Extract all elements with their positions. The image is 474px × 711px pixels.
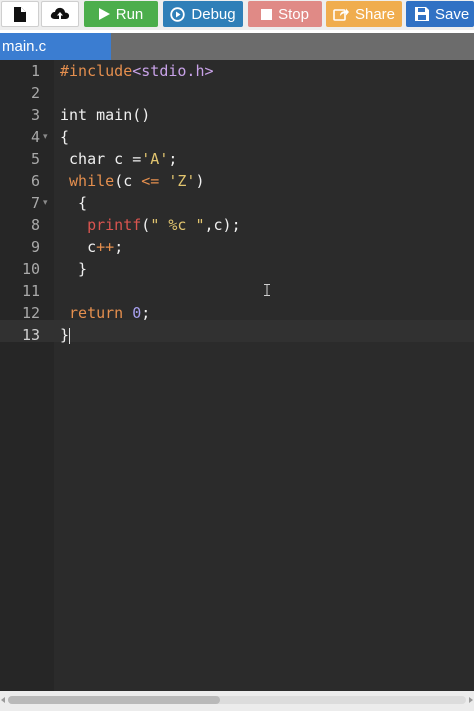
keyword: return [69,304,124,322]
code-text: ,c); [204,216,241,234]
save-button-label: Save [435,5,470,23]
debug-button-label: Debug [191,5,236,23]
line-number: 4 [30,128,40,146]
play-icon [98,8,110,20]
tab-main-c[interactable]: main.c [0,33,111,60]
code-line-6: while(c <= 'Z') [60,170,205,192]
text-cursor [69,327,71,344]
code-text: ; [141,304,151,322]
fold-toggle-icon[interactable]: ▾ [43,126,48,148]
keyword: while [69,172,115,190]
preprocessor-directive: #include [60,62,133,80]
code-text: ( [141,216,151,234]
line-number: 13 [21,326,40,344]
share-button-label: Share [354,5,396,23]
line-number: 11 [21,282,40,300]
file-icon [14,6,26,22]
floppy-disk-icon [415,7,429,21]
code-text: char c = [69,150,142,168]
code-text: ; [114,238,124,256]
line-number: 10 [21,260,40,278]
code-line-5: char c ='A'; [60,148,177,170]
line-number: 2 [30,84,40,102]
code-line-13: } [60,324,71,346]
fold-toggle-icon[interactable]: ▾ [43,192,48,214]
code-line-8: printf(" %c ",c); [60,214,241,236]
play-circle-icon [170,6,186,22]
scroll-right-arrow-icon[interactable] [469,697,473,703]
debug-button[interactable]: Debug [163,1,243,27]
code-line-1: #include<stdio.h> [60,60,214,82]
code-text: ) [195,172,205,190]
tab-label: main.c [2,38,47,55]
code-line-10: } [60,260,88,278]
operator: ++ [96,238,115,256]
mouse-ibeam-cursor-icon [264,283,270,296]
operator: <= [141,172,160,190]
horizontal-scrollbar[interactable] [0,691,474,711]
scroll-left-arrow-icon[interactable] [1,697,5,703]
stop-button[interactable]: Stop [248,1,322,27]
stop-button-label: Stop [278,5,309,23]
scrollbar-thumb[interactable] [8,696,220,704]
code-text: c [87,238,97,256]
cloud-upload-icon [50,6,70,22]
function-call: printf [87,216,142,234]
run-button[interactable]: Run [84,1,158,27]
new-file-button[interactable] [1,1,39,27]
header-name: <stdio.h> [132,62,214,80]
code-editor[interactable]: 1 2 3 4 5 6 7 8 9 10 11 12 13 ▾ ▾ #inclu… [0,60,474,691]
code-line-3: int main() [60,106,151,124]
line-number: 8 [30,216,40,234]
code-text: (c [114,172,142,190]
share-icon [333,7,349,21]
save-button[interactable]: Save [406,1,474,27]
line-number: 7 [30,194,40,212]
char-literal: 'Z' [168,172,196,190]
code-line-4: { [60,128,70,146]
line-number: 3 [30,106,40,124]
line-number: 5 [30,150,40,168]
share-button[interactable]: Share [326,1,402,27]
string-literal: " %c " [150,216,205,234]
line-number: 9 [30,238,40,256]
code-text: } [60,326,70,344]
code-line-12: return 0; [60,302,150,324]
code-text: ; [168,150,178,168]
run-button-label: Run [115,5,144,23]
stop-icon [261,8,273,20]
line-number: 1 [30,62,40,80]
char-literal: 'A' [141,150,169,168]
number-literal: 0 [132,304,142,322]
tab-bar: main.c [0,33,474,60]
code-line-9: c++; [60,236,123,258]
line-number: 12 [21,304,40,322]
upload-button[interactable] [41,1,79,27]
line-number: 6 [30,172,40,190]
code-line-7: { [60,194,88,212]
toolbar: Run Debug Stop Share Save [0,0,474,30]
